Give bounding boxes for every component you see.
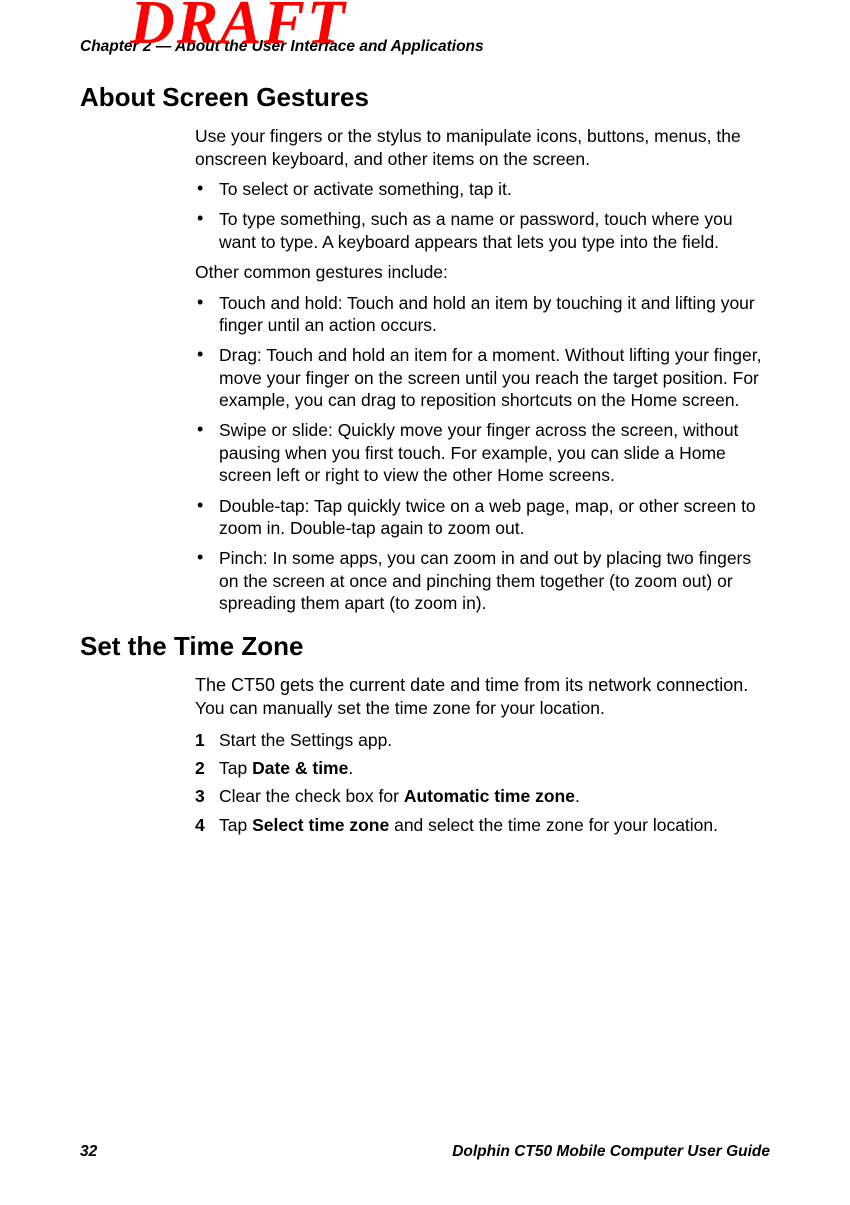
page: DRAFT Chapter 2 — About the User Interfa… <box>0 0 850 1205</box>
bullet-text: To select or activate something, tap it. <box>219 179 512 199</box>
gesture-name: Double-tap: <box>219 496 314 516</box>
guide-title: Dolphin CT50 Mobile Computer User Guide <box>452 1143 770 1161</box>
gesture-name: Swipe or slide: <box>219 420 338 440</box>
step-bold: Select time zone <box>252 815 389 835</box>
bullet-text: To type something, such as a name or pas… <box>219 209 733 251</box>
intro-bullet: To type something, such as a name or pas… <box>195 208 770 253</box>
section-title-gestures: About Screen Gestures <box>80 82 770 113</box>
intro-bullet: To select or activate something, tap it. <box>195 178 770 200</box>
gesture-desc: Touch and hold an item for a moment. Wit… <box>219 345 761 410</box>
gesture-item: Swipe or slide:Quickly move your finger … <box>195 419 770 486</box>
section-body-gestures: Use your fingers or the stylus to manipu… <box>195 125 770 614</box>
tz-intro: The CT50 gets the current date and time … <box>195 674 770 721</box>
step-after: and select the time zone for your locati… <box>389 815 718 835</box>
gesture-name: Pinch: <box>219 548 273 568</box>
page-footer: 32 Dolphin CT50 Mobile Computer User Gui… <box>80 1143 770 1161</box>
step-number: 4 <box>195 814 205 836</box>
step-bold: Automatic time zone <box>404 786 575 806</box>
tz-step: 1 Start the Settings app. <box>195 729 770 751</box>
step-after: . <box>575 786 580 806</box>
step-text: Start the Settings app. <box>219 730 392 750</box>
step-bold: Date & time <box>252 758 348 778</box>
step-number: 3 <box>195 785 205 807</box>
gesture-item: Pinch:In some apps, you can zoom in and … <box>195 547 770 614</box>
gesture-desc: In some apps, you can zoom in and out by… <box>219 548 751 613</box>
step-number: 2 <box>195 757 205 779</box>
step-number: 1 <box>195 729 205 751</box>
tz-step: 2 Tap Date & time. <box>195 757 770 779</box>
tz-intro-1: The CT50 gets the current date and time … <box>195 675 748 695</box>
gesture-item: Touch and hold:Touch and hold an item by… <box>195 292 770 337</box>
section-title-timezone: Set the Time Zone <box>80 631 770 662</box>
gesture-name: Touch and hold: <box>219 293 347 313</box>
step-after: . <box>348 758 353 778</box>
tz-step: 3 Clear the check box for Automatic time… <box>195 785 770 807</box>
page-number: 32 <box>80 1143 97 1161</box>
step-text: Clear the check box for <box>219 786 404 806</box>
intro-bullets: To select or activate something, tap it.… <box>195 178 770 253</box>
gesture-bullets: Touch and hold:Touch and hold an item by… <box>195 292 770 615</box>
gesture-name: Drag: <box>219 345 266 365</box>
section-body-timezone: The CT50 gets the current date and time … <box>195 674 770 836</box>
tz-intro-2: You can manually set the time zone for y… <box>195 698 605 718</box>
common-lead: Other common gestures include: <box>195 261 770 283</box>
step-text: Tap <box>219 758 252 778</box>
step-text: Tap <box>219 815 252 835</box>
gesture-item: Drag:Touch and hold an item for a moment… <box>195 344 770 411</box>
section-time-zone: Set the Time Zone The CT50 gets the curr… <box>80 631 770 837</box>
tz-steps: 1 Start the Settings app. 2 Tap Date & t… <box>195 729 770 837</box>
gesture-item: Double-tap:Tap quickly twice on a web pa… <box>195 495 770 540</box>
intro-paragraph: Use your fingers or the stylus to manipu… <box>195 125 770 170</box>
draft-watermark: DRAFT <box>130 0 347 54</box>
tz-step: 4 Tap Select time zone and select the ti… <box>195 814 770 836</box>
section-about-gestures: About Screen Gestures Use your fingers o… <box>80 82 770 615</box>
